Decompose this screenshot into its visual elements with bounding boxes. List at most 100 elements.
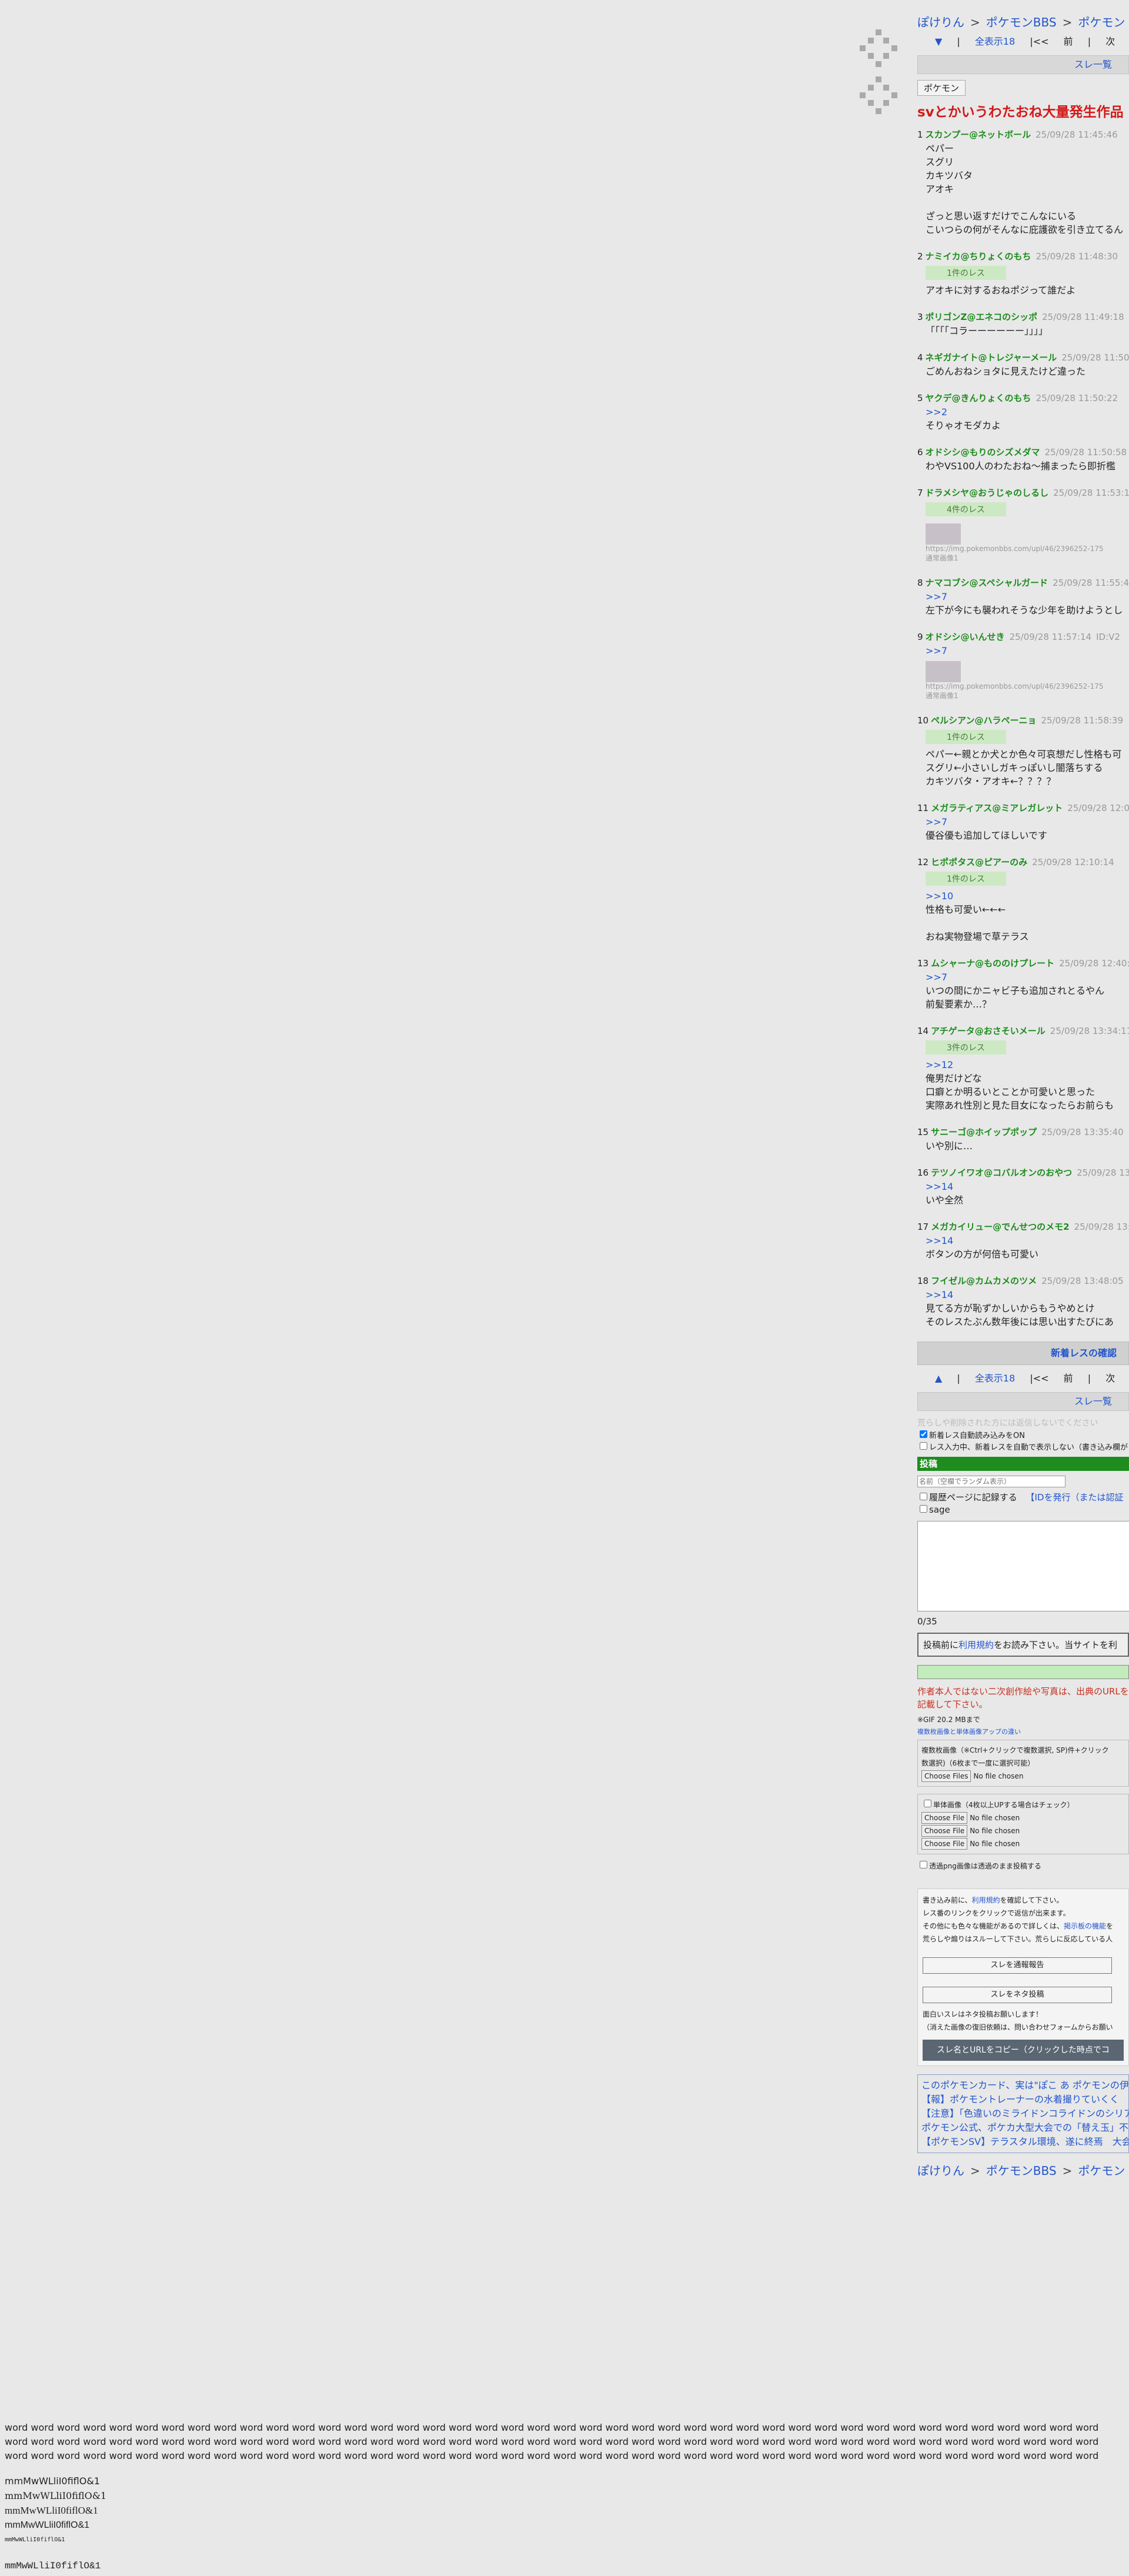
file-status: No file chosen bbox=[970, 1840, 1020, 1848]
post-image-thumbnail[interactable] bbox=[926, 523, 961, 545]
pager-separator: | bbox=[957, 36, 960, 47]
post-body: いつの間にかニャビ子も追加されとるやん 前髪要素か…？ bbox=[926, 985, 1105, 1010]
post-number[interactable]: 8 bbox=[917, 578, 923, 588]
post-date: 25/09/28 12:40:05 bbox=[1059, 958, 1129, 969]
post-number[interactable]: 2 bbox=[917, 251, 923, 262]
related-link[interactable]: このポケモンカード、実は"ぽこ あ ポケモンの伊 bbox=[921, 2078, 1128, 2093]
terms-link[interactable]: 利用規約 bbox=[958, 1640, 994, 1650]
post: 14 アチゲータ@おさそいメール 25/09/28 13:34:11 3件のレス >>1… bbox=[917, 1024, 1129, 1112]
choose-file-button-1[interactable]: Choose File bbox=[921, 1812, 968, 1824]
post-body: わやVS100人のわたおね～捕まったら即折檻 bbox=[926, 461, 1116, 472]
board-functions-link[interactable]: 掲示板の機能 bbox=[1064, 1922, 1106, 1930]
auto-show-checkbox[interactable] bbox=[920, 1442, 927, 1450]
post-number[interactable]: 13 bbox=[917, 958, 928, 969]
pager-first[interactable]: |<< bbox=[1030, 1373, 1048, 1384]
reply-count-badge[interactable]: 1件のレス bbox=[926, 730, 1006, 744]
reply-anchor[interactable]: >>14 bbox=[917, 1288, 1129, 1302]
category-tag[interactable]: ポケモン bbox=[917, 80, 966, 96]
post-textarea[interactable] bbox=[917, 1521, 1129, 1611]
choose-file-button-3[interactable]: Choose File bbox=[921, 1838, 968, 1850]
post-image-url[interactable]: https://img.pokemonbbs.com/upl/46/239625… bbox=[917, 545, 1129, 553]
reply-anchor[interactable]: >>14 bbox=[917, 1180, 1129, 1193]
scroll-up-arrow-icon[interactable]: ▲ bbox=[935, 1373, 942, 1384]
post-number[interactable]: 10 bbox=[917, 715, 928, 726]
menu-terms-link[interactable]: 利用規約 bbox=[972, 1896, 1000, 1904]
pager-next[interactable]: 次 bbox=[1105, 36, 1115, 47]
show-all-link[interactable]: 全表示18 bbox=[975, 1373, 1015, 1384]
reply-anchor[interactable]: >>12 bbox=[917, 1058, 1129, 1072]
post-number[interactable]: 16 bbox=[917, 1167, 928, 1178]
show-all-link[interactable]: 全表示18 bbox=[975, 36, 1015, 47]
pager-next[interactable]: 次 bbox=[1105, 1373, 1115, 1384]
post-number[interactable]: 9 bbox=[917, 632, 923, 642]
post-image-thumbnail[interactable] bbox=[926, 661, 961, 682]
name-input[interactable] bbox=[917, 1476, 1065, 1487]
pager-first[interactable]: |<< bbox=[1030, 36, 1048, 47]
breadcrumb-home[interactable]: ぽけりん bbox=[917, 2164, 964, 2178]
post: 9 オドシシ@いんせき 25/09/28 11:57:14 ID:V2 >>7 https… bbox=[917, 630, 1129, 700]
scroll-down-arrow-icon[interactable]: ▼ bbox=[935, 36, 942, 47]
reply-anchor[interactable]: >>10 bbox=[917, 889, 1129, 903]
post-number[interactable]: 1 bbox=[917, 129, 923, 140]
post-number[interactable]: 5 bbox=[917, 393, 923, 403]
related-link[interactable]: ポケモン公式、ポケカ大型大会での「替え玉」不 bbox=[921, 2121, 1128, 2135]
reply-count-badge[interactable]: 3件のレス bbox=[926, 1040, 1006, 1055]
pager-separator: | bbox=[1087, 1373, 1091, 1384]
post-author: テツノイワオ@コバルオンのおやつ bbox=[931, 1167, 1073, 1178]
id-issue-link[interactable]: 【IDを発行（または認証 bbox=[1026, 1492, 1123, 1503]
report-thread-button[interactable]: スレを通報報告 bbox=[923, 1957, 1112, 1974]
post-number[interactable]: 7 bbox=[917, 488, 923, 498]
post-author: サニーゴ@ホイップポップ bbox=[931, 1127, 1037, 1137]
post-number[interactable]: 3 bbox=[917, 312, 923, 322]
neta-post-button[interactable]: スレをネタ投稿 bbox=[923, 1987, 1112, 2003]
single-image-checkbox[interactable] bbox=[924, 1800, 931, 1807]
breadcrumb-board[interactable]: ポケモン bbox=[1078, 2164, 1125, 2178]
related-link[interactable]: 【注意】「色違いのミライドンコライドンのシリア bbox=[921, 2107, 1128, 2121]
post-author: ナミイカ@ちりょくのもち bbox=[925, 251, 1031, 262]
reply-anchor[interactable]: >>14 bbox=[917, 1234, 1129, 1247]
post-number[interactable]: 14 bbox=[917, 1026, 928, 1036]
choose-file-button-2[interactable]: Choose File bbox=[921, 1825, 968, 1837]
sage-checkbox[interactable] bbox=[920, 1505, 927, 1513]
auto-load-checkbox[interactable] bbox=[920, 1430, 927, 1438]
history-checkbox[interactable] bbox=[920, 1493, 927, 1500]
thread-list-link[interactable]: スレ一覧 bbox=[1074, 1396, 1112, 1407]
history-row: 履歴ページに記録する 【IDを発行（または認証 bbox=[917, 1491, 1129, 1503]
reply-count-badge[interactable]: 4件のレス bbox=[926, 502, 1006, 516]
post-number[interactable]: 6 bbox=[917, 447, 923, 458]
submit-button[interactable] bbox=[917, 1665, 1129, 1679]
post-number[interactable]: 17 bbox=[917, 1222, 928, 1232]
choose-files-button[interactable]: Choose Files bbox=[921, 1770, 971, 1782]
breadcrumb-bbs[interactable]: ポケモンBBS bbox=[986, 2164, 1057, 2178]
pager-prev[interactable]: 前 bbox=[1064, 1373, 1073, 1384]
post-number[interactable]: 4 bbox=[917, 352, 923, 363]
reply-anchor[interactable]: >>7 bbox=[917, 590, 1129, 603]
post-number[interactable]: 12 bbox=[917, 857, 928, 867]
reply-count-badge[interactable]: 1件のレス bbox=[926, 872, 1006, 886]
reply-anchor[interactable]: >>7 bbox=[917, 815, 1129, 829]
breadcrumb-board[interactable]: ポケモン bbox=[1078, 15, 1125, 29]
reply-anchor[interactable]: >>7 bbox=[917, 644, 1129, 658]
related-link[interactable]: 【報】ポケモントレーナーの水着撮りていくく bbox=[921, 2093, 1125, 2107]
post-number[interactable]: 18 bbox=[917, 1276, 928, 1286]
breadcrumb-bbs[interactable]: ポケモンBBS bbox=[986, 15, 1057, 29]
pager-prev[interactable]: 前 bbox=[1064, 36, 1073, 47]
post-author: オドシシ@いんせき bbox=[925, 632, 1005, 642]
copy-url-button[interactable]: スレ名とURLをコピー（クリックした時点でコ bbox=[923, 2040, 1124, 2061]
related-link[interactable]: 【ポケモンSV】テラスタル環境、遂に終焉 大会 bbox=[921, 2135, 1128, 2149]
breadcrumb-home[interactable]: ぽけりん bbox=[917, 15, 964, 29]
transparent-checkbox[interactable] bbox=[920, 1861, 927, 1868]
new-res-button[interactable]: 新着レスの確認 bbox=[917, 1342, 1129, 1365]
thread-list-link[interactable]: スレ一覧 bbox=[1074, 59, 1112, 70]
post-number[interactable]: 15 bbox=[917, 1127, 928, 1137]
post: 18 フイゼル@カムカメのツメ 25/09/28 13:48:05 >>14 見てる方が… bbox=[917, 1274, 1129, 1329]
reply-count-badge[interactable]: 1件のレス bbox=[926, 266, 1006, 280]
decorative-cross-top bbox=[860, 29, 897, 67]
reply-anchor[interactable]: >>2 bbox=[917, 405, 1129, 419]
reply-anchor[interactable]: >>7 bbox=[917, 970, 1129, 984]
auto-show-row: レス入力中、新着レスを自動で表示しない（書き込み欄が bbox=[917, 1440, 1129, 1452]
post-image-url[interactable]: https://img.pokemonbbs.com/upl/46/239625… bbox=[917, 682, 1129, 690]
post-author: ドラメシヤ@おうじゃのしるし bbox=[925, 488, 1049, 498]
upload-difference-link[interactable]: 複数枚画像と単体画像アップの違い bbox=[917, 1727, 1129, 1736]
post-number[interactable]: 11 bbox=[917, 803, 928, 813]
